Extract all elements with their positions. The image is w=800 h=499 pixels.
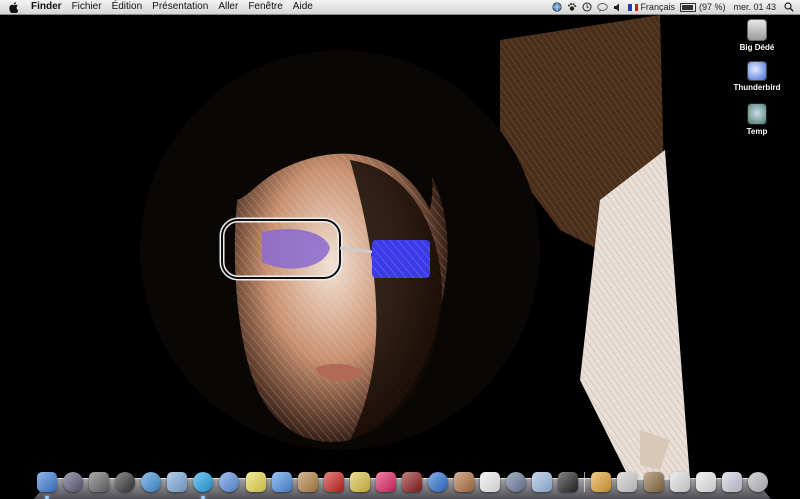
desktop-icon-label: Big Dédé bbox=[739, 43, 775, 52]
dock-dashboard-icon[interactable] bbox=[115, 472, 136, 492]
desktop-icon-temp[interactable]: Temp bbox=[727, 103, 787, 136]
menu-bar: Finder Fichier Édition Présentation Alle… bbox=[0, 0, 800, 15]
desktop-icon-label: Temp bbox=[746, 127, 768, 136]
dock-exposé-icon[interactable] bbox=[89, 472, 110, 492]
menu-edition[interactable]: Édition bbox=[107, 0, 148, 14]
desktop-icon-big-dede[interactable]: Big Dédé bbox=[727, 19, 787, 52]
dock-window-4-icon[interactable] bbox=[695, 472, 716, 492]
dock-ichat-icon[interactable] bbox=[219, 472, 240, 492]
menu-fichier[interactable]: Fichier bbox=[67, 0, 107, 14]
battery-indicator[interactable]: (97 %) bbox=[679, 2, 726, 12]
dock-safari-icon[interactable] bbox=[141, 472, 162, 492]
menu-aide[interactable]: Aide bbox=[288, 0, 318, 14]
dock-separator bbox=[584, 472, 586, 492]
dock-garageband-icon[interactable] bbox=[297, 472, 318, 492]
menu-fenetre[interactable]: Fenêtre bbox=[243, 0, 287, 14]
menu-finder[interactable]: Finder bbox=[26, 0, 67, 14]
time-machine-icon[interactable] bbox=[582, 2, 592, 12]
dock-iweb-icon[interactable] bbox=[375, 472, 396, 492]
dock-skype-icon[interactable] bbox=[193, 472, 214, 499]
battery-percent: (97 %) bbox=[698, 2, 726, 12]
dock-iphoto-icon[interactable] bbox=[454, 472, 474, 492]
desktop-wallpaper bbox=[0, 0, 800, 499]
menu-presentation[interactable]: Présentation bbox=[147, 0, 213, 14]
spotlight-icon[interactable] bbox=[784, 2, 794, 12]
dock-itunes-icon[interactable] bbox=[271, 472, 292, 492]
dock-preview-icon[interactable] bbox=[532, 472, 553, 492]
thunderbird-icon bbox=[747, 61, 767, 81]
dock-window-1-icon[interactable] bbox=[617, 472, 638, 492]
globe-icon[interactable] bbox=[552, 2, 563, 12]
desktop-icon-label: Thunderbird bbox=[733, 83, 781, 92]
apple-menu[interactable] bbox=[6, 1, 22, 13]
dock-items bbox=[37, 466, 768, 499]
dock-system-x-icon[interactable] bbox=[63, 472, 84, 492]
dock-downloads-stack-icon[interactable] bbox=[591, 472, 612, 492]
french-flag-icon bbox=[628, 3, 639, 11]
battery-icon bbox=[679, 2, 696, 12]
desktop-icon-thunderbird[interactable]: Thunderbird bbox=[727, 61, 787, 92]
dock-trash-icon[interactable] bbox=[747, 472, 768, 492]
dock-terminal-icon[interactable] bbox=[558, 472, 579, 492]
menu-aller[interactable]: Aller bbox=[213, 0, 243, 14]
menu-extras: Français (97 %) mer. 01 43 bbox=[552, 0, 794, 14]
hard-drive-icon bbox=[747, 19, 767, 41]
input-language-label: Français bbox=[640, 2, 675, 12]
dock-font-book-icon[interactable] bbox=[480, 472, 501, 492]
dock-mail-icon[interactable] bbox=[167, 472, 188, 492]
dock-window-3-icon[interactable] bbox=[669, 472, 690, 492]
dock-dvd-icon[interactable] bbox=[401, 472, 422, 492]
folder-image-icon bbox=[747, 103, 767, 125]
dock-window-5-icon[interactable] bbox=[721, 472, 742, 492]
apple-icon bbox=[9, 1, 19, 13]
dock-finder-icon[interactable] bbox=[37, 472, 57, 499]
dock bbox=[33, 460, 772, 499]
dock-window-2-icon[interactable] bbox=[643, 472, 664, 492]
dock-photo-booth-icon[interactable] bbox=[427, 472, 448, 492]
clock[interactable]: mer. 01 43 bbox=[733, 2, 776, 12]
dock-imovie-icon[interactable] bbox=[349, 472, 370, 492]
input-language[interactable]: Français bbox=[628, 2, 675, 12]
paw-icon[interactable] bbox=[567, 2, 577, 12]
dock-stickies-icon[interactable] bbox=[245, 472, 266, 492]
desktop[interactable]: Finder Fichier Édition Présentation Alle… bbox=[0, 0, 800, 499]
ichat-status-icon[interactable] bbox=[597, 2, 609, 12]
dock-system-preferences-icon[interactable] bbox=[506, 472, 527, 492]
dock-front-row-icon[interactable] bbox=[323, 472, 344, 492]
volume-icon[interactable] bbox=[613, 3, 623, 12]
